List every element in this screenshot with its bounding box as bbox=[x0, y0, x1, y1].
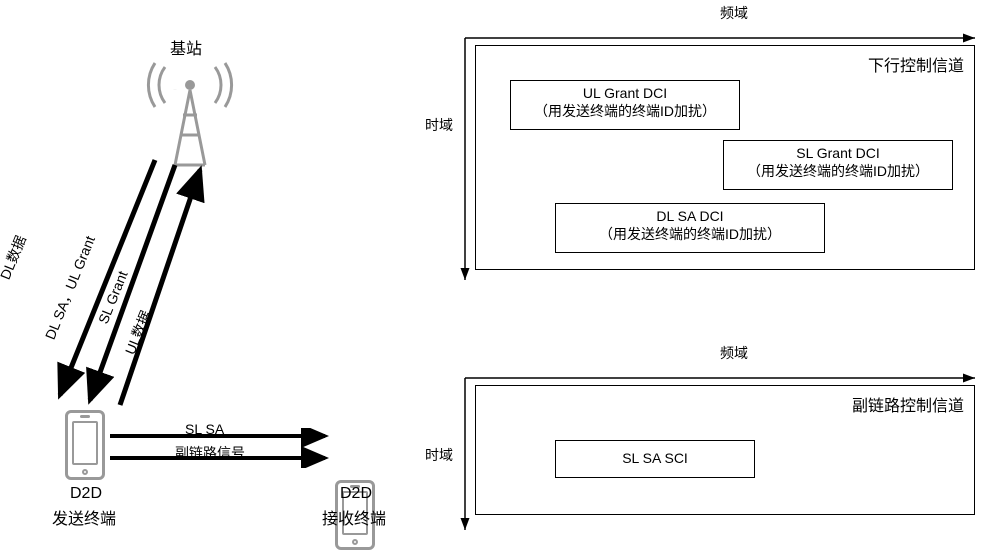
sl-grant-dci-l1: SL Grant DCI bbox=[724, 145, 952, 161]
d2d-rx-sub: 接收终端 bbox=[322, 505, 386, 529]
ul-grant-dci-box: UL Grant DCI （用发送终端的终端ID加扰） bbox=[510, 80, 740, 130]
sl-grant-dci-l2: （用发送终端的终端ID加扰） bbox=[724, 161, 952, 181]
dl-sa-dci-box: DL SA DCI （用发送终端的终端ID加扰） bbox=[555, 203, 825, 253]
sl-sa-sci-box: SL SA SCI bbox=[555, 440, 755, 478]
d2d-tx-phone-icon bbox=[65, 410, 105, 480]
top-time-axis-label: 时域 bbox=[425, 115, 453, 135]
bottom-chart-title: 副链路控制信道 bbox=[852, 392, 964, 416]
dl-sa-dci-l1: DL SA DCI bbox=[556, 208, 824, 224]
sl-signal-label: 副链路信号 bbox=[175, 443, 245, 463]
sl-grant-dci-box: SL Grant DCI （用发送终端的终端ID加扰） bbox=[723, 140, 953, 190]
sl-sa-sci-l1: SL SA SCI bbox=[622, 450, 688, 466]
bottom-time-axis-label: 时域 bbox=[425, 445, 453, 465]
d2d-tx-name: D2D bbox=[70, 485, 102, 503]
sl-sa-label: SL SA bbox=[185, 421, 224, 437]
d2d-tx-sub: 发送终端 bbox=[52, 505, 116, 529]
dl-sa-dci-l2: （用发送终端的终端ID加扰） bbox=[556, 224, 824, 244]
top-chart-title: 下行控制信道 bbox=[868, 52, 964, 76]
d2d-rx-name: D2D bbox=[340, 485, 372, 503]
ul-grant-dci-l2: （用发送终端的终端ID加扰） bbox=[511, 101, 739, 121]
ul-grant-dci-l1: UL Grant DCI bbox=[511, 85, 739, 101]
